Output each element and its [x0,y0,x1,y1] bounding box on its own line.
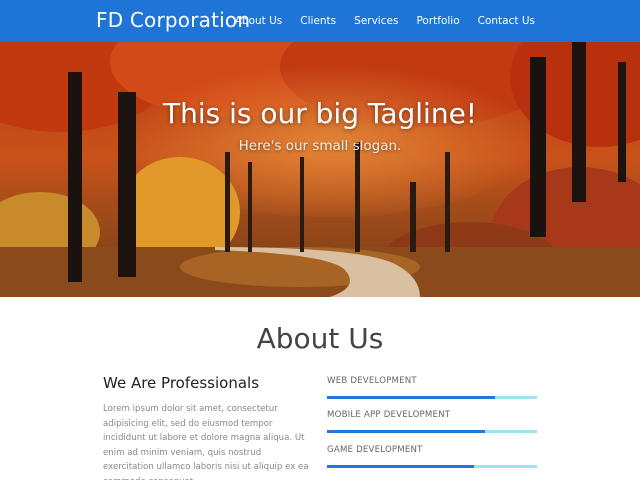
hero-banner: This is our big Tagline! Here's our smal… [0,42,640,297]
nav-link-contact-us[interactable]: Contact Us [478,15,535,27]
skill-mobile-app-development: MOBILE APP DEVELOPMENT [327,410,537,433]
professionals-heading: We Are Professionals [103,374,260,392]
skill-label: GAME DEVELOPMENT [327,445,423,455]
skill-progress-track [327,396,537,399]
skill-progress-track [327,430,537,433]
hero-tagline: This is our big Tagline! [162,97,478,130]
hero-slogan: Here's our small slogan. [238,138,402,154]
skill-progress-fill [327,396,495,399]
nav-link-clients[interactable]: Clients [300,15,336,27]
skill-progress-track [327,465,537,468]
nav-link-portfolio[interactable]: Portfolio [416,15,459,27]
brand-logo-text[interactable]: FD Corporation [96,8,250,32]
skill-web-development: WEB DEVELOPMENT [327,376,537,399]
skill-label: MOBILE APP DEVELOPMENT [327,410,451,420]
top-navbar: FD Corporation About Us Clients Services… [0,0,640,42]
about-description: Lorem ipsum dolor sit amet, consectetur … [103,404,309,480]
skill-game-development: GAME DEVELOPMENT [327,445,537,468]
nav-link-about-us[interactable]: About Us [235,15,283,27]
nav-link-services[interactable]: Services [354,15,398,27]
about-section-heading: About Us [256,322,384,355]
skill-progress-fill [327,465,474,468]
skill-label: WEB DEVELOPMENT [327,376,417,386]
autumn-forest-image [0,42,640,297]
skill-progress-fill [327,430,485,433]
nav-menu: About Us Clients Services Portfolio Cont… [235,0,535,42]
